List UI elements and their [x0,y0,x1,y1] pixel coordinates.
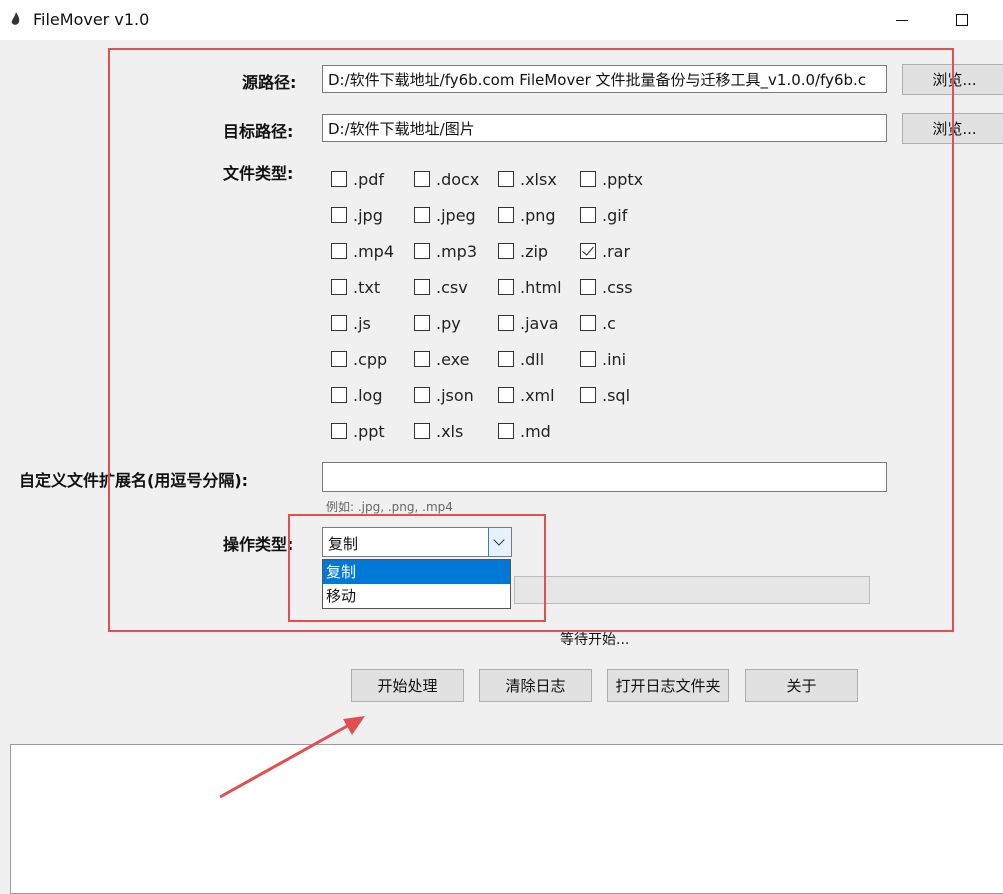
target-path-input[interactable]: D:/软件下载地址/图片 [322,114,887,142]
checkbox-unchecked-icon[interactable] [331,387,347,403]
filetype-label: .ppt [353,422,385,441]
file-type-label: 文件类型: [223,164,294,183]
filetype-label: .js [353,314,371,333]
filetype-label: .xml [520,386,555,405]
checkbox-unchecked-icon[interactable] [414,387,430,403]
operation-type-label: 操作类型: [223,535,294,554]
filetype-label: .md [520,422,551,441]
checkbox-unchecked-icon[interactable] [414,315,430,331]
filetype-label: .zip [520,242,549,261]
filetype-label: .css [602,278,633,297]
maximize-icon[interactable] [950,8,974,32]
checkbox-unchecked-icon[interactable] [580,387,596,403]
checkbox-unchecked-icon[interactable] [331,207,347,223]
checkbox-unchecked-icon[interactable] [414,243,430,259]
checkbox-unchecked-icon[interactable] [498,207,514,223]
filetype-label: .pdf [353,170,385,189]
checkbox-unchecked-icon[interactable] [331,243,347,259]
source-path-label: 源路径: [242,73,297,92]
filetype-label: .gif [602,206,628,225]
checkbox-unchecked-icon[interactable] [414,171,430,187]
checkbox-checked-icon[interactable] [580,243,596,259]
filetype-label: .cpp [353,350,388,369]
operation-option-copy[interactable]: 复制 [323,560,510,584]
checkbox-unchecked-icon[interactable] [580,207,596,223]
custom-extension-label: 自定义文件扩展名(用逗号分隔): [19,471,249,490]
operation-dropdown-list: 复制 移动 [322,559,511,609]
checkbox-unchecked-icon[interactable] [331,171,347,187]
checkbox-unchecked-icon[interactable] [498,423,514,439]
filetype-label: .jpeg [436,206,476,225]
checkbox-unchecked-icon[interactable] [414,279,430,295]
operation-option-move[interactable]: 移动 [323,584,510,608]
operation-type-select[interactable]: 复制 [322,527,512,557]
filetype-label: .rar [602,242,631,261]
filetype-label: .java [520,314,559,333]
filetype-label: .xlsx [520,170,557,189]
progress-bar [514,576,870,604]
log-output-area[interactable] [10,744,1003,894]
app-icon [11,12,20,25]
annotation-arrow-icon [219,716,365,799]
filetype-label: .jpg [353,206,383,225]
source-browse-button[interactable]: 浏览... [902,64,1003,95]
title-bar: FileMover v1.0 [0,0,1003,40]
checkbox-unchecked-icon[interactable] [498,315,514,331]
checkbox-unchecked-icon[interactable] [498,243,514,259]
chevron-down-icon[interactable] [488,528,511,556]
checkbox-unchecked-icon[interactable] [580,171,596,187]
clear-log-button[interactable]: 清除日志 [479,669,592,702]
checkbox-unchecked-icon[interactable] [580,315,596,331]
filetype-label: .png [520,206,556,225]
checkbox-unchecked-icon[interactable] [498,387,514,403]
checkbox-unchecked-icon[interactable] [498,351,514,367]
about-button[interactable]: 关于 [745,669,858,702]
filetype-label: .html [520,278,562,297]
checkbox-unchecked-icon[interactable] [331,351,347,367]
checkbox-unchecked-icon[interactable] [331,423,347,439]
checkbox-unchecked-icon[interactable] [414,207,430,223]
checkbox-unchecked-icon[interactable] [331,315,347,331]
filetype-label: .log [353,386,383,405]
checkbox-unchecked-icon[interactable] [414,351,430,367]
custom-extension-hint: 例如: .jpg, .png, .mp4 [326,501,453,514]
filetype-label: .xls [436,422,464,441]
filetype-label: .sql [602,386,631,405]
checkbox-unchecked-icon[interactable] [414,423,430,439]
window-title: FileMover v1.0 [33,10,150,29]
checkbox-unchecked-icon[interactable] [331,279,347,295]
checkbox-unchecked-icon[interactable] [498,279,514,295]
source-path-input[interactable]: D:/软件下载地址/fy6b.com FileMover 文件批量备份与迁移工具… [322,65,887,93]
status-text: 等待开始... [560,632,630,648]
filetype-label: .exe [436,350,470,369]
target-path-label: 目标路径: [223,122,294,141]
start-button[interactable]: 开始处理 [351,669,464,702]
filetype-label: .ini [602,350,627,369]
filetype-label: .pptx [602,170,644,189]
filetype-label: .c [602,314,616,333]
filetype-label: .py [436,314,461,333]
filetype-label: .json [436,386,474,405]
checkbox-unchecked-icon[interactable] [580,351,596,367]
minimize-icon[interactable] [890,8,914,32]
filetype-label: .txt [353,278,381,297]
custom-extension-input[interactable] [322,462,887,492]
target-browse-button[interactable]: 浏览... [902,113,1003,144]
filetype-label: .csv [436,278,468,297]
operation-selected-value: 复制 [328,535,359,553]
checkbox-unchecked-icon[interactable] [498,171,514,187]
filetype-label: .docx [436,170,480,189]
filetype-label: .dll [520,350,545,369]
open-log-folder-button[interactable]: 打开日志文件夹 [607,669,729,702]
filetype-label: .mp3 [436,242,478,261]
checkbox-unchecked-icon[interactable] [580,279,596,295]
filetype-label: .mp4 [353,242,395,261]
